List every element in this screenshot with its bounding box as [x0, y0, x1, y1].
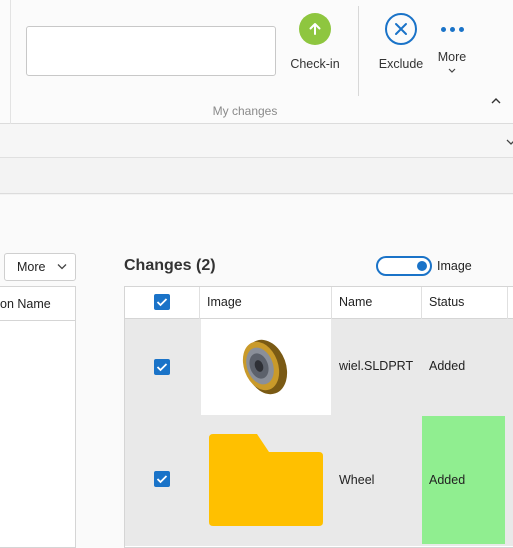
table-header: Image Name Status	[125, 287, 513, 319]
group-label: My changes	[212, 104, 278, 118]
row-name: wiel.SLDPRT	[339, 359, 414, 373]
ribbon-separator	[358, 6, 359, 96]
select-all-checkbox-cell[interactable]	[125, 287, 200, 319]
gear-part-thumbnail	[201, 319, 331, 415]
chevron-down-icon	[432, 66, 472, 76]
left-column-header[interactable]: on Name	[0, 287, 75, 321]
collapse-ribbon-icon[interactable]	[490, 94, 504, 108]
close-circle-icon	[385, 13, 417, 45]
image-toggle-label: Image	[437, 259, 472, 273]
check-in-label: Check-in	[290, 57, 340, 71]
table-row[interactable]: wiel.SLDPRT Added	[125, 319, 513, 416]
column-header-name[interactable]: Name	[332, 287, 422, 319]
more-dots-icon	[432, 12, 472, 46]
row-checkbox[interactable]	[154, 359, 170, 375]
row-checkbox[interactable]	[154, 471, 170, 487]
left-list-panel: on Name	[0, 286, 76, 548]
chevron-down-icon	[57, 264, 67, 270]
folder-icon	[209, 434, 323, 529]
table-row[interactable]: Wheel Added	[125, 416, 513, 546]
exclude-label: Exclude	[378, 57, 424, 71]
ribbon-divider	[10, 0, 11, 124]
more-dropdown[interactable]: More	[4, 253, 76, 281]
toolbar-strip	[0, 124, 513, 158]
ribbon: Check-in Exclude More My changes	[0, 0, 513, 124]
changes-title: Changes (2)	[124, 257, 216, 274]
row-status: Added	[429, 359, 466, 373]
row-status: Added	[429, 473, 466, 487]
expand-chevron-icon[interactable]	[506, 134, 513, 145]
more-label: More	[437, 50, 467, 64]
select-all-checkbox[interactable]	[154, 294, 170, 310]
secondary-bar	[0, 158, 513, 194]
column-header-status[interactable]: Status	[422, 287, 508, 319]
more-dropdown-label: More	[17, 260, 46, 274]
exclude-button[interactable]: Exclude	[376, 12, 426, 71]
more-button[interactable]: More	[432, 12, 472, 76]
image-toggle[interactable]	[376, 256, 432, 276]
arrow-up-icon	[299, 13, 331, 45]
column-header-image[interactable]: Image	[200, 287, 332, 319]
toggle-knob	[417, 261, 427, 271]
check-in-button[interactable]: Check-in	[287, 12, 343, 71]
comment-input[interactable]	[26, 26, 276, 76]
changes-table: Image Name Status wiel.SLDPRT Added Whee…	[124, 286, 513, 548]
row-name: Wheel	[339, 473, 375, 487]
